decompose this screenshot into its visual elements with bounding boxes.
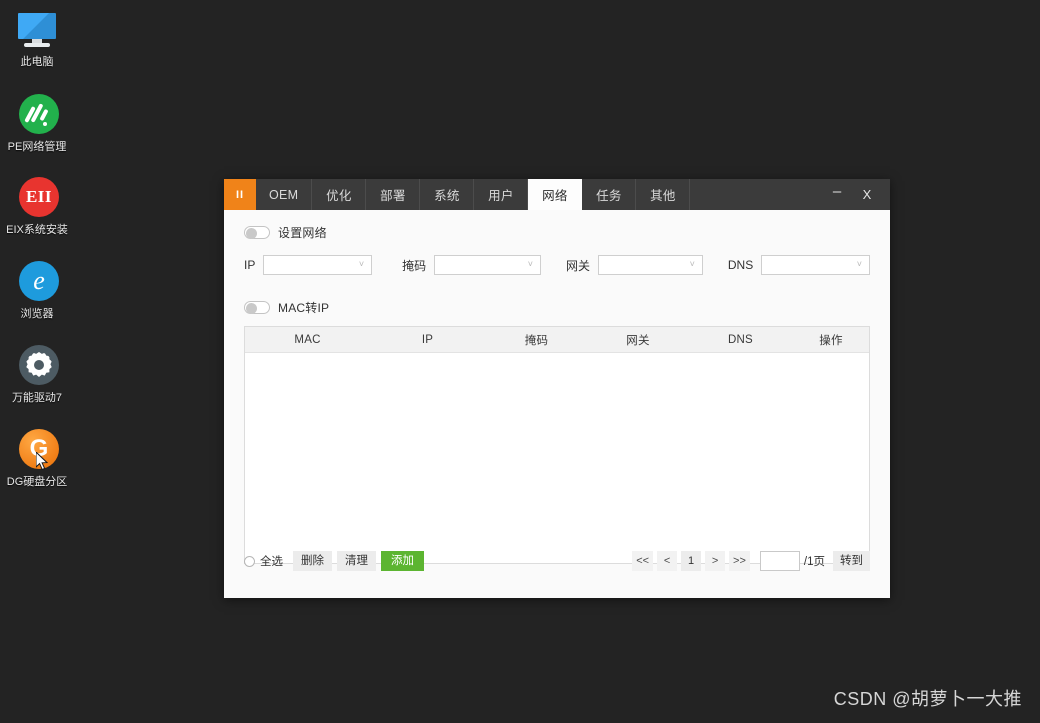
gear-icon — [15, 344, 59, 388]
mac-ip-table: MAC IP 掩码 网关 DNS 操作 — [244, 326, 870, 564]
tab-deploy[interactable]: 部署 — [366, 179, 421, 210]
mask-combo[interactable]: ˅ — [434, 255, 541, 275]
desktop-icon-label: DG硬盘分区 — [6, 476, 68, 488]
desktop-icon-driver-pack[interactable]: 万能驱动7 — [6, 344, 68, 405]
set-network-toggle[interactable] — [244, 225, 270, 239]
internet-explorer-icon: e — [15, 260, 59, 304]
dns-combo[interactable]: ˅ — [761, 255, 870, 275]
eix-badge-icon: EII — [15, 176, 59, 220]
mask-label: 掩码 — [402, 258, 427, 273]
wifi-signal-icon — [15, 93, 59, 137]
column-header-action: 操作 — [819, 334, 843, 347]
gateway-input[interactable] — [598, 256, 702, 274]
desktop-icon-label: PE网络管理 — [7, 141, 67, 153]
network-fields-row: IP ˅ 掩码 ˅ 网关 ˅ DNS ˅ — [244, 254, 870, 276]
tab-optimize[interactable]: 优化 — [312, 179, 367, 210]
ip-label: IP — [244, 258, 256, 272]
tab-system[interactable]: 系统 — [420, 179, 475, 210]
clean-button[interactable]: 清理 — [337, 551, 376, 571]
set-network-toggle-label: 设置网络 — [278, 225, 327, 240]
column-header-ip: IP — [421, 333, 434, 346]
mask-input[interactable] — [435, 256, 540, 274]
pause-button[interactable]: II — [224, 179, 256, 210]
set-network-toggle-row: 设置网络 — [244, 222, 870, 242]
desktop-icon-diskgenius[interactable]: G DG硬盘分区 — [6, 428, 68, 489]
ip-input[interactable] — [264, 256, 372, 274]
gateway-combo[interactable]: ˅ — [597, 255, 703, 275]
page-number-input[interactable] — [759, 551, 800, 571]
select-all-checkbox[interactable] — [244, 555, 255, 567]
footer-toolbar: 全选 删除 清理 添加 << < 1 > >> /1页 转到 — [244, 550, 870, 572]
gateway-label: 网关 — [565, 258, 590, 273]
close-button[interactable]: X — [852, 179, 882, 210]
table-header-row: MAC IP 掩码 网关 DNS 操作 — [245, 327, 869, 353]
tab-other[interactable]: 其他 — [636, 179, 691, 210]
desktop-icon-eix-installer[interactable]: EII EIX系统安装 — [6, 176, 68, 237]
dg-glyph-text: G — [29, 435, 49, 462]
tab-oem[interactable]: OEM — [256, 179, 313, 210]
diskgenius-icon: G — [15, 428, 59, 472]
goto-page-button[interactable]: 转到 — [833, 551, 870, 571]
window-titlebar: II OEM 优化 部署 系统 用户 网络 任务 其他 – X — [224, 179, 890, 210]
mac-to-ip-toggle-row: MAC转IP — [244, 297, 870, 317]
monitor-icon — [15, 8, 59, 52]
pagination-next-button[interactable]: > — [705, 551, 726, 571]
ie-glyph-text: e — [33, 266, 45, 295]
window-content: 设置网络 IP ˅ 掩码 ˅ 网关 ˅ DNS ˅ MAC转IP MAC IP … — [224, 210, 890, 598]
desktop-icon-label: 浏览器 — [20, 308, 54, 320]
pagination-first-button[interactable]: << — [632, 551, 654, 571]
application-window: II OEM 优化 部署 系统 用户 网络 任务 其他 – X 设置网络 IP … — [224, 179, 890, 598]
tab-user[interactable]: 用户 — [474, 179, 529, 210]
ip-combo[interactable]: ˅ — [263, 255, 373, 275]
desktop-icon-label: 此电脑 — [20, 56, 54, 68]
pagination-prev-button[interactable]: < — [657, 551, 678, 571]
column-header-gateway: 网关 — [626, 334, 650, 347]
watermark-text: CSDN @胡萝卜一大推 — [833, 689, 1022, 709]
desktop-icon-label: 万能驱动7 — [11, 392, 63, 404]
titlebar-spacer — [690, 179, 822, 210]
column-header-dns: DNS — [728, 333, 753, 346]
delete-button[interactable]: 删除 — [293, 551, 332, 571]
minimize-button[interactable]: – — [822, 179, 852, 210]
pagination: << < 1 > >> /1页 转到 — [632, 551, 870, 571]
pagination-last-button[interactable]: >> — [729, 551, 750, 571]
pagination-current-page[interactable]: 1 — [681, 551, 702, 571]
tab-network[interactable]: 网络 — [528, 179, 583, 210]
select-all-label: 全选 — [260, 556, 283, 568]
dns-label: DNS — [727, 258, 754, 272]
desktop-icon-this-pc[interactable]: 此电脑 — [6, 8, 68, 69]
mac-to-ip-toggle[interactable] — [244, 300, 270, 314]
table-body-empty — [245, 353, 869, 563]
tab-task[interactable]: 任务 — [582, 179, 637, 210]
total-pages-label: /1页 — [803, 556, 825, 568]
column-header-mask: 掩码 — [524, 334, 549, 347]
desktop-icon-pe-network-manager[interactable]: PE网络管理 — [6, 93, 68, 154]
dns-input[interactable] — [762, 256, 869, 274]
column-header-mac: MAC — [294, 333, 321, 346]
eix-badge-text: EII — [25, 187, 53, 206]
desktop-icon-label: EIX系统安装 — [6, 224, 68, 236]
desktop-icon-browser[interactable]: e 浏览器 — [6, 260, 68, 321]
mac-to-ip-toggle-label: MAC转IP — [278, 300, 330, 315]
add-button[interactable]: 添加 — [381, 551, 424, 571]
